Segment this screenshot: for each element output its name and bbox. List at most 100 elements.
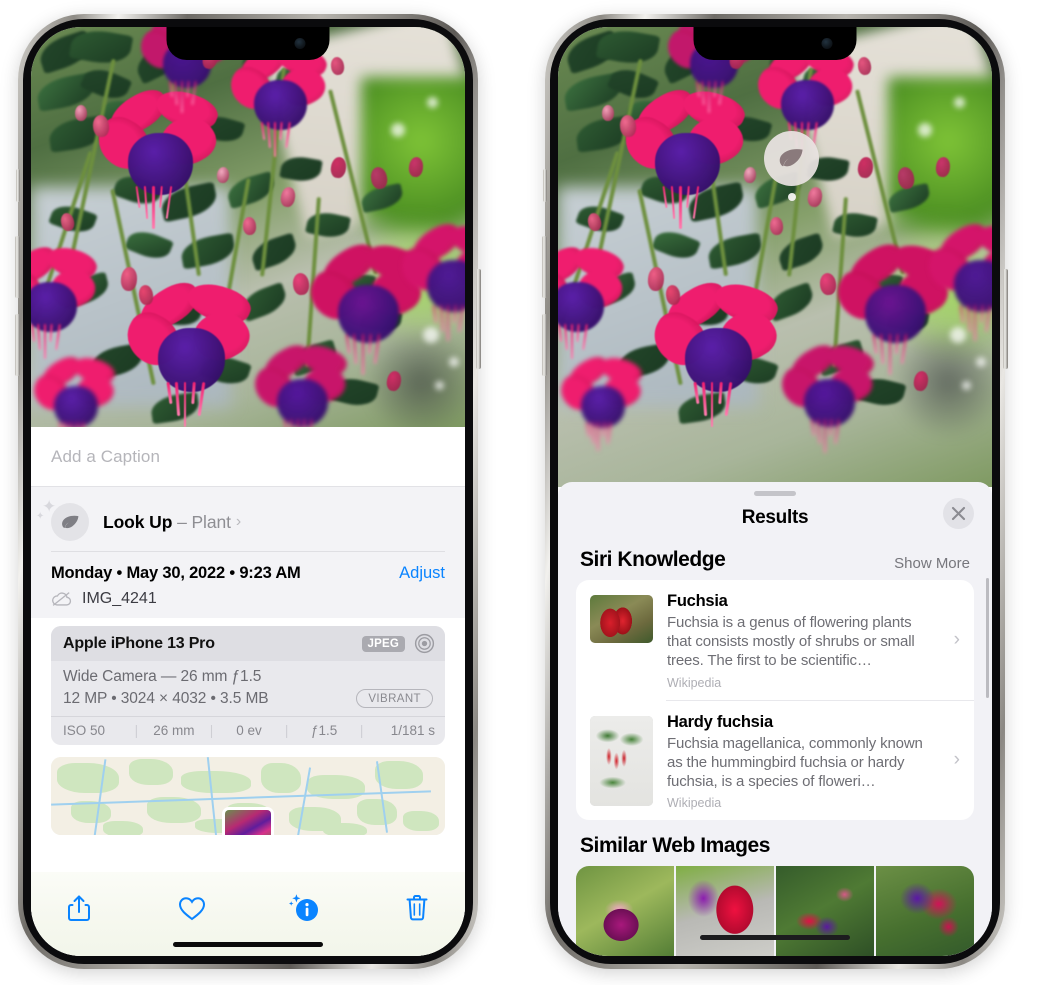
close-icon [951, 506, 966, 521]
photo-date-label: Monday • May 30, 2022 • 9:23 AM [51, 564, 301, 582]
left-device-screen: Add a Caption ✦ ✦ Look Up – Plant › Mond… [31, 27, 465, 956]
look-up-row[interactable]: ✦ ✦ Look Up – Plant › [36, 498, 445, 545]
power-button[interactable] [476, 269, 481, 369]
similar-image-4[interactable] [876, 866, 974, 956]
flower [394, 217, 465, 341]
knowledge-text: Fuchsia Fuchsia is a genus of flowering … [653, 592, 962, 690]
camera-card-body: Wide Camera — 26 mm ƒ1.5 12 MP • 3024 × … [51, 661, 445, 716]
chevron-right-icon: › [235, 513, 242, 530]
look-up-subject: Plant [191, 511, 231, 532]
delete-button[interactable] [397, 888, 437, 928]
results-sheet: Results Siri Knowledge Show More Fuchsia… [558, 482, 992, 956]
metadata-section: Monday • May 30, 2022 • 9:23 AM Adjust I… [31, 552, 465, 618]
aperture-icon [414, 633, 435, 654]
flower [558, 240, 628, 359]
knowledge-title: Hardy fuchsia [667, 712, 773, 731]
close-button[interactable] [943, 498, 974, 529]
sparkle-icon-small: ✦ [36, 511, 45, 522]
lookup-block: ✦ ✦ Look Up – Plant › [31, 487, 465, 552]
screenshot-stage: Add a Caption ✦ ✦ Look Up – Plant › Mond… [0, 0, 1055, 985]
look-up-label-group: Look Up – Plant [103, 512, 231, 533]
flower [31, 351, 118, 427]
specs-label: 12 MP • 3024 × 4032 • 3.5 MB [63, 689, 269, 707]
lens-label: Wide Camera — 26 mm ƒ1.5 [63, 668, 262, 685]
similar-image-1[interactable] [576, 866, 674, 956]
vertical-scrollbar[interactable] [986, 578, 989, 698]
volume-up-button[interactable] [542, 236, 547, 298]
visual-lookup-leaf-badge[interactable] [764, 131, 819, 201]
knowledge-description: Fuchsia magellanica, commonly known as t… [667, 734, 923, 790]
metadata-top-row: Monday • May 30, 2022 • 9:23 AM Adjust [51, 564, 445, 583]
flower [921, 217, 992, 341]
filename-row: IMG_4241 [51, 590, 445, 608]
favorite-button[interactable] [172, 888, 212, 928]
section-title-similar-web-images: Similar Web Images [580, 834, 770, 858]
flower [645, 275, 784, 427]
location-map-thumbnail[interactable] [51, 757, 445, 835]
knowledge-title: Fuchsia [667, 592, 728, 610]
chevron-right-icon: › [953, 749, 960, 771]
results-header: Results [558, 496, 992, 540]
volume-down-button[interactable] [15, 314, 20, 376]
silent-switch[interactable] [16, 169, 20, 202]
badge-anchor-dot [788, 193, 796, 201]
home-indicator[interactable] [173, 942, 323, 947]
siri-knowledge-header: Siri Knowledge Show More [558, 540, 992, 580]
exif-focal: 26 mm [153, 723, 195, 738]
share-button[interactable] [59, 888, 99, 928]
lookup-leaf-badge: ✦ ✦ [36, 498, 89, 541]
front-camera-icon [821, 38, 833, 49]
silent-switch[interactable] [543, 169, 547, 202]
left-iphone-device: Add a Caption ✦ ✦ Look Up – Plant › Mond… [15, 14, 481, 969]
caption-field-row[interactable]: Add a Caption [31, 427, 465, 487]
adjust-button[interactable]: Adjust [399, 564, 445, 583]
specs-row: 12 MP • 3024 × 4032 • 3.5 MB VIBRANT [63, 689, 433, 708]
volume-up-button[interactable] [15, 236, 20, 298]
trash-icon [406, 895, 428, 921]
look-up-label: Look Up [103, 511, 173, 532]
cloud-slash-icon [52, 592, 72, 606]
photo-viewer[interactable] [31, 27, 465, 427]
right-iphone-device: Results Siri Knowledge Show More Fuchsia… [542, 14, 1008, 969]
camera-card-header: Apple iPhone 13 Pro JPEG [51, 626, 445, 661]
photographic-style-badge: VIBRANT [356, 689, 433, 708]
volume-down-button[interactable] [542, 314, 547, 376]
camera-info-card[interactable]: Apple iPhone 13 Pro JPEG Wide Camera — 2… [51, 626, 445, 745]
photo-foliage-layer [31, 27, 465, 427]
camera-header-right: JPEG [361, 633, 435, 654]
show-more-button[interactable]: Show More [894, 555, 970, 572]
flower [31, 240, 101, 359]
similar-image-3[interactable] [776, 866, 874, 956]
flower [88, 82, 223, 229]
flower [222, 38, 331, 157]
photo-info-sheet: Add a Caption ✦ ✦ Look Up – Plant › Mond… [31, 427, 465, 956]
knowledge-item-hardy-fuchsia[interactable]: Hardy fuchsia Fuchsia magellanica, commo… [576, 701, 974, 821]
power-button[interactable] [1003, 269, 1008, 369]
chevron-right-icon: › [953, 628, 960, 650]
share-icon [68, 895, 90, 921]
filename-label: IMG_4241 [82, 590, 157, 607]
knowledge-thumbnail [590, 595, 653, 643]
format-badge: JPEG [361, 635, 405, 652]
right-device-screen: Results Siri Knowledge Show More Fuchsia… [558, 27, 992, 956]
photo-viewer[interactable] [558, 27, 992, 487]
leaf-icon [61, 515, 78, 528]
camera-device-label: Apple iPhone 13 Pro [63, 634, 215, 652]
flower [558, 351, 645, 451]
exif-ev: 0 ev [236, 723, 262, 738]
info-sparkle-icon [289, 894, 319, 921]
section-title-siri-knowledge: Siri Knowledge [580, 548, 726, 571]
info-button[interactable] [284, 888, 324, 928]
similar-image-2[interactable] [676, 866, 774, 956]
knowledge-source: Wikipedia [667, 796, 722, 811]
siri-knowledge-card: Fuchsia Fuchsia is a genus of flowering … [576, 580, 974, 821]
flower [118, 275, 257, 427]
exif-iso: ISO 50 [63, 723, 106, 738]
similar-web-images-header: Similar Web Images [558, 820, 992, 866]
knowledge-description: Fuchsia is a genus of flowering plants t… [667, 614, 915, 670]
flower [247, 339, 351, 427]
home-indicator[interactable] [700, 935, 850, 940]
heart-icon [178, 896, 205, 920]
knowledge-item-fuchsia[interactable]: Fuchsia Fuchsia is a genus of flowering … [576, 580, 974, 700]
exif-row: ISO 50 | 26 mm | 0 ev | ƒ1.5 | 1/181 s [51, 716, 445, 745]
